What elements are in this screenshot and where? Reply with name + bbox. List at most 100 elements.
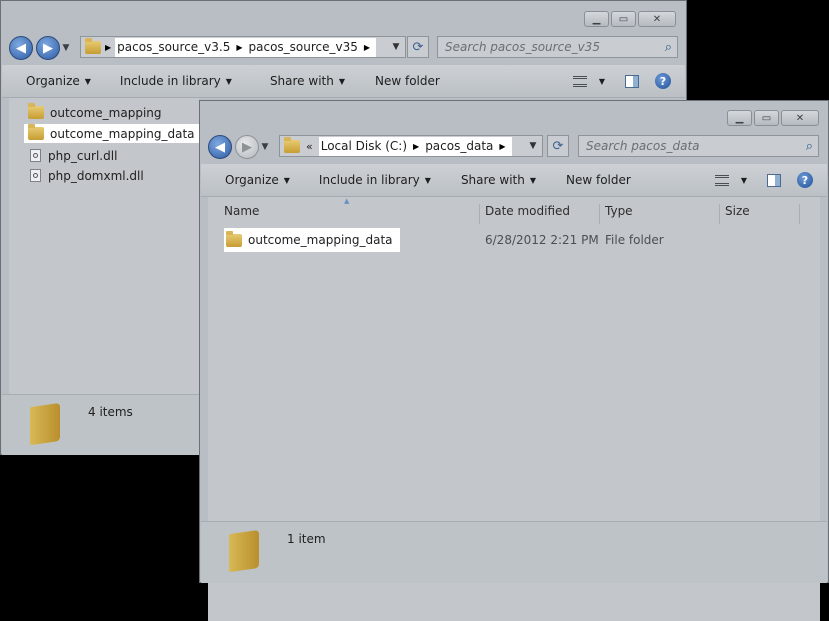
folder-icon xyxy=(284,136,300,153)
chevron-down-icon: ▼ xyxy=(529,175,536,185)
chevron-down-icon: ▼ xyxy=(84,76,91,86)
folder-icon xyxy=(226,230,242,247)
recent-pages-button[interactable]: ▼ xyxy=(60,43,72,53)
file-list: outcome_mapping outcome_mapping_data php… xyxy=(9,98,200,394)
close-button[interactable]: ✕ xyxy=(781,110,819,126)
date-modified-cell: 6/28/2012 2:21 PM xyxy=(485,233,599,247)
recent-pages-button[interactable]: ▼ xyxy=(259,142,271,152)
file-name: outcome_mapping_data xyxy=(248,233,393,247)
close-button[interactable]: ✕ xyxy=(638,11,676,27)
back-button[interactable]: ◀ xyxy=(9,36,33,60)
search-placeholder: Search pacos_source_v35 xyxy=(445,40,600,54)
list-item[interactable]: outcome_mapping xyxy=(24,103,167,122)
breadcrumb-separator[interactable]: ▶ xyxy=(413,142,419,151)
maximize-button[interactable]: ▭ xyxy=(754,110,779,126)
preview-pane-icon[interactable] xyxy=(767,173,781,187)
nav-buttons: ◀ ▶ ▼ xyxy=(208,134,271,160)
help-icon[interactable]: ? xyxy=(655,73,671,89)
breadcrumb-item[interactable]: pacos_source_v3.5 xyxy=(117,40,230,54)
address-dropdown-button[interactable]: ▼ xyxy=(524,141,542,151)
back-button[interactable]: ◀ xyxy=(208,135,232,159)
refresh-button[interactable]: ⟳ xyxy=(407,36,429,58)
new-folder-button[interactable]: New folder xyxy=(375,74,440,88)
file-name: php_domxml.dll xyxy=(48,168,144,183)
list-item[interactable]: php_curl.dll xyxy=(26,146,122,165)
refresh-button[interactable]: ⟳ xyxy=(547,135,569,157)
refresh-icon: ⟳ xyxy=(552,138,564,154)
table-row[interactable]: outcome_mapping_data 6/28/2012 2:21 PM F… xyxy=(208,228,820,252)
search-icon[interactable]: ⌕ xyxy=(665,40,672,55)
column-divider[interactable] xyxy=(599,204,600,224)
new-folder-label: New folder xyxy=(375,74,440,88)
forward-button[interactable]: ▶ xyxy=(36,36,60,60)
column-header-row: Name Date modified Type Size xyxy=(208,204,820,224)
list-item[interactable]: php_domxml.dll xyxy=(26,166,149,185)
row-name-cell[interactable]: outcome_mapping_data xyxy=(224,228,400,252)
search-input[interactable]: Search pacos_source_v35 ⌕ xyxy=(437,36,678,58)
preview-pane-icon[interactable] xyxy=(625,74,639,88)
minimize-button[interactable]: ▁ xyxy=(727,110,752,126)
include-in-library-menu[interactable]: Include in library ▼ xyxy=(120,74,232,88)
breadcrumb: pacos_source_v3.5 ▶ pacos_source_v35 ▶ xyxy=(115,37,377,57)
address-bar[interactable]: ▶ pacos_source_v3.5 ▶ pacos_source_v35 ▶… xyxy=(80,36,406,58)
help-icon[interactable]: ? xyxy=(797,172,813,188)
caption-buttons: ▁ ▭ ✕ xyxy=(584,11,676,27)
breadcrumb-item[interactable]: Local Disk (C:) xyxy=(321,139,407,153)
nav-buttons: ◀ ▶ ▼ xyxy=(9,35,72,61)
organize-menu[interactable]: Organize ▼ xyxy=(26,74,91,88)
breadcrumb-separator[interactable]: ▶ xyxy=(105,43,111,52)
file-name: outcome_mapping xyxy=(50,105,162,120)
back-arrow-icon: ◀ xyxy=(215,139,225,155)
views-icon[interactable] xyxy=(572,75,587,87)
dll-file-icon xyxy=(30,149,41,162)
chevron-down-icon[interactable]: ▼ xyxy=(741,176,747,185)
details-pane: 1 item xyxy=(201,521,827,583)
column-header-date[interactable]: Date modified xyxy=(485,204,570,218)
breadcrumb-separator[interactable]: ▶ xyxy=(499,142,505,151)
new-folder-label: New folder xyxy=(566,173,631,187)
column-divider[interactable] xyxy=(799,204,800,224)
include-label: Include in library xyxy=(318,173,420,187)
address-dropdown-button[interactable]: ▼ xyxy=(387,42,405,52)
maximize-button[interactable]: ▭ xyxy=(611,11,636,27)
column-header-type[interactable]: Type xyxy=(605,204,633,218)
search-input[interactable]: Search pacos_data ⌕ xyxy=(578,135,819,157)
forward-arrow-icon: ▶ xyxy=(242,139,252,155)
column-header-size[interactable]: Size xyxy=(725,204,750,218)
breadcrumb-item[interactable]: pacos_data xyxy=(425,139,493,153)
new-folder-button[interactable]: New folder xyxy=(566,173,631,187)
command-bar: Organize ▼ Include in library ▼ Share with… xyxy=(201,164,827,197)
include-in-library-menu[interactable]: Include in library ▼ xyxy=(319,173,431,187)
organize-menu[interactable]: Organize ▼ xyxy=(225,173,290,187)
folder-icon xyxy=(28,124,44,140)
share-with-menu[interactable]: Share with ▼ xyxy=(461,173,536,187)
share-with-menu[interactable]: Share with ▼ xyxy=(270,74,345,88)
list-item[interactable]: outcome_mapping_data xyxy=(24,124,200,143)
views-icon[interactable] xyxy=(714,174,729,186)
search-icon[interactable]: ⌕ xyxy=(806,139,813,154)
type-cell: File folder xyxy=(605,233,664,247)
breadcrumb-separator[interactable]: ▶ xyxy=(364,43,370,52)
minimize-button[interactable]: ▁ xyxy=(584,11,609,27)
column-header-name[interactable]: Name xyxy=(224,204,259,218)
chevron-down-icon: ▼ xyxy=(283,175,290,185)
breadcrumb-item[interactable]: pacos_source_v35 xyxy=(249,40,358,54)
column-divider[interactable] xyxy=(479,204,480,224)
dll-file-icon xyxy=(30,169,41,182)
folder-icon xyxy=(28,103,44,119)
overflow-chevron[interactable]: « xyxy=(306,140,313,153)
folder-icon xyxy=(85,37,101,54)
organize-label: Organize xyxy=(26,74,80,88)
organize-label: Organize xyxy=(225,173,279,187)
caption-buttons: ▁ ▭ ✕ xyxy=(727,110,819,126)
item-count: 1 item xyxy=(287,532,326,546)
chevron-down-icon[interactable]: ▼ xyxy=(599,77,605,86)
item-count: 4 items xyxy=(88,405,133,419)
forward-button[interactable]: ▶ xyxy=(235,135,259,159)
command-bar: Organize ▼ Include in library ▼ Share with… xyxy=(2,65,685,98)
file-name: php_curl.dll xyxy=(48,148,118,163)
breadcrumb-separator[interactable]: ▶ xyxy=(236,43,242,52)
address-bar[interactable]: « Local Disk (C:) ▶ pacos_data ▶ ▼ xyxy=(279,135,543,157)
column-divider[interactable] xyxy=(719,204,720,224)
folder-icon xyxy=(229,529,259,573)
